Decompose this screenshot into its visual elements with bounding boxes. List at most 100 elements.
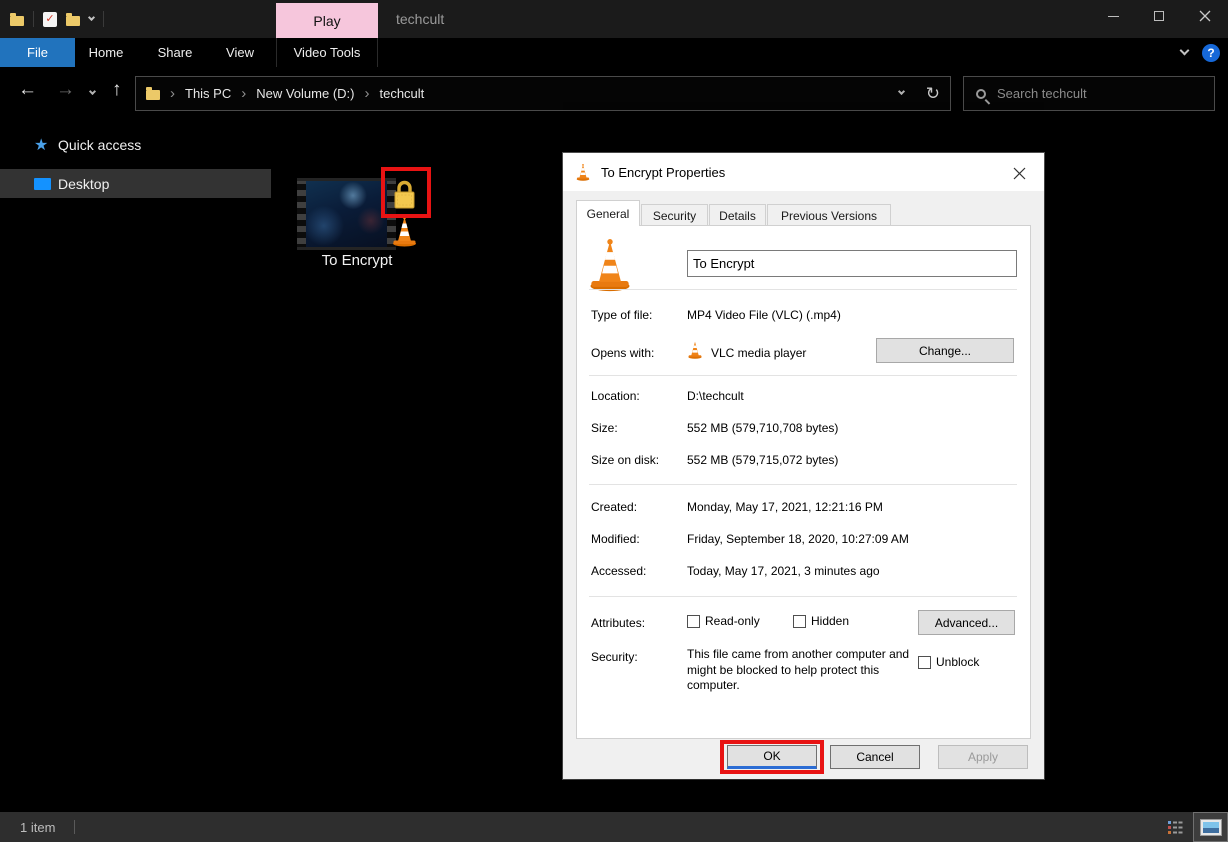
modified-value: Friday, September 18, 2020, 10:27:09 AM xyxy=(687,532,909,546)
tab-video-tools[interactable]: Video Tools xyxy=(276,38,378,67)
vlc-cone-icon-large xyxy=(587,236,633,297)
sidebar-item-quick-access[interactable]: ★ Quick access xyxy=(0,131,271,159)
cancel-button[interactable]: Cancel xyxy=(830,745,920,769)
file-name-label[interactable]: To Encrypt xyxy=(287,252,427,269)
location-value: D:\techcult xyxy=(687,389,744,403)
star-icon: ★ xyxy=(34,135,48,155)
help-icon[interactable]: ? xyxy=(1202,44,1220,62)
size-label: Size: xyxy=(591,421,618,435)
tab-security[interactable]: Security xyxy=(641,204,708,226)
tab-view[interactable]: View xyxy=(210,38,270,67)
separator xyxy=(589,289,1017,290)
vlc-cone-icon xyxy=(391,214,418,252)
desktop-icon xyxy=(34,178,51,190)
sidebar-item-desktop[interactable]: Desktop xyxy=(0,169,271,198)
created-label: Created: xyxy=(591,500,637,514)
size-on-disk-label: Size on disk: xyxy=(591,453,659,467)
title-bar: ✓ Play techcult xyxy=(0,0,1228,38)
navigation-pane: ★ Quick access Desktop xyxy=(0,115,271,812)
window-controls xyxy=(1090,0,1228,32)
breadcrumb-folder[interactable]: techcult xyxy=(379,86,424,101)
properties-check-icon[interactable]: ✓ xyxy=(43,12,57,27)
tab-previous-versions[interactable]: Previous Versions xyxy=(767,204,891,226)
accessed-value: Today, May 17, 2021, 3 minutes ago xyxy=(687,564,880,578)
divider xyxy=(103,11,104,27)
new-folder-icon[interactable] xyxy=(66,16,80,26)
details-view-icon xyxy=(1167,820,1183,834)
separator xyxy=(589,596,1017,597)
tab-home[interactable]: Home xyxy=(76,38,136,67)
separator xyxy=(589,484,1017,485)
close-icon xyxy=(1013,167,1026,180)
divider xyxy=(74,820,75,834)
created-value: Monday, May 17, 2021, 12:21:16 PM xyxy=(687,500,883,514)
window-title: techcult xyxy=(396,0,444,38)
general-tab-panel: Type of file: MP4 Video File (VLC) (.mp4… xyxy=(576,225,1031,739)
tab-file[interactable]: File xyxy=(0,38,75,67)
attributes-label: Attributes: xyxy=(591,616,645,630)
large-icons-view-icon xyxy=(1200,819,1222,836)
chevron-down-icon[interactable] xyxy=(88,14,95,21)
apply-button: Apply xyxy=(938,745,1028,769)
address-toolbar: ← → ↑ › This PC › New Volume (D:) › tech… xyxy=(0,67,1228,115)
search-input[interactable] xyxy=(997,86,1202,101)
advanced-button[interactable]: Advanced... xyxy=(918,610,1015,635)
forward-icon[interactable]: → xyxy=(56,80,75,99)
dialog-close-button[interactable] xyxy=(1008,163,1030,183)
recent-locations-chevron-icon[interactable] xyxy=(89,88,96,95)
refresh-icon[interactable]: ↻ xyxy=(926,84,940,104)
type-of-file-value: MP4 Video File (VLC) (.mp4) xyxy=(687,308,841,322)
hidden-checkbox[interactable]: Hidden xyxy=(793,614,849,628)
minimize-icon xyxy=(1108,16,1119,17)
unblock-checkbox[interactable]: Unblock xyxy=(918,655,979,669)
breadcrumb-this-pc[interactable]: This PC xyxy=(185,86,231,101)
filmstrip-sprockets xyxy=(297,181,306,247)
size-value: 552 MB (579,710,708 bytes) xyxy=(687,421,838,435)
address-bar[interactable]: › This PC › New Volume (D:) › techcult ↻ xyxy=(135,76,951,111)
file-name-input[interactable] xyxy=(687,250,1017,277)
accessed-label: Accessed: xyxy=(591,564,646,578)
quick-access-toolbar: ✓ xyxy=(10,10,104,28)
tab-details[interactable]: Details xyxy=(709,204,766,226)
ribbon-tab-row: File Home Share View Video Tools ? xyxy=(0,38,1228,67)
opens-with-label: Opens with: xyxy=(591,346,654,360)
tab-general[interactable]: General xyxy=(576,200,640,226)
address-dropdown-chevron-icon[interactable] xyxy=(898,88,905,95)
breadcrumb-drive[interactable]: New Volume (D:) xyxy=(256,86,354,101)
breadcrumb-separator: › xyxy=(170,85,175,102)
separator xyxy=(589,375,1017,376)
collapse-ribbon-chevron-icon[interactable] xyxy=(1180,46,1190,56)
security-text: This file came from another computer and… xyxy=(687,647,919,694)
tab-share[interactable]: Share xyxy=(140,38,210,67)
large-icons-view-button[interactable] xyxy=(1193,812,1228,842)
highlight-rectangle-lock xyxy=(381,167,431,218)
item-count: 1 item xyxy=(20,820,55,835)
up-icon[interactable]: ↑ xyxy=(112,80,122,99)
play-ribbon-tab[interactable]: Play xyxy=(276,3,378,38)
checkbox-icon xyxy=(918,656,931,669)
maximize-icon xyxy=(1154,11,1164,21)
size-on-disk-value: 552 MB (579,715,072 bytes) xyxy=(687,453,838,467)
details-view-button[interactable] xyxy=(1163,815,1187,839)
vlc-cone-icon xyxy=(575,163,591,181)
folder-icon xyxy=(146,90,160,100)
back-icon[interactable]: ← xyxy=(18,80,37,99)
ribbon-right-controls: ? xyxy=(1181,38,1220,67)
folder-icon[interactable] xyxy=(10,16,24,26)
video-thumbnail-image xyxy=(306,181,387,247)
opens-with-value: VLC media player xyxy=(711,346,806,360)
vlc-cone-icon-small xyxy=(687,340,703,364)
search-box xyxy=(963,76,1215,111)
close-icon xyxy=(1199,10,1211,22)
checkbox-icon xyxy=(793,615,806,628)
type-of-file-label: Type of file: xyxy=(591,308,652,322)
minimize-button[interactable] xyxy=(1090,0,1136,32)
change-button[interactable]: Change... xyxy=(876,338,1014,363)
dialog-title-bar: To Encrypt Properties xyxy=(563,153,1044,191)
explorer-window: ✓ Play techcult File Home Share View Vid… xyxy=(0,0,1228,842)
breadcrumb-separator: › xyxy=(364,85,369,102)
close-button[interactable] xyxy=(1182,0,1228,32)
read-only-checkbox[interactable]: Read-only xyxy=(687,614,760,628)
search-icon xyxy=(976,89,986,99)
maximize-button[interactable] xyxy=(1136,0,1182,32)
